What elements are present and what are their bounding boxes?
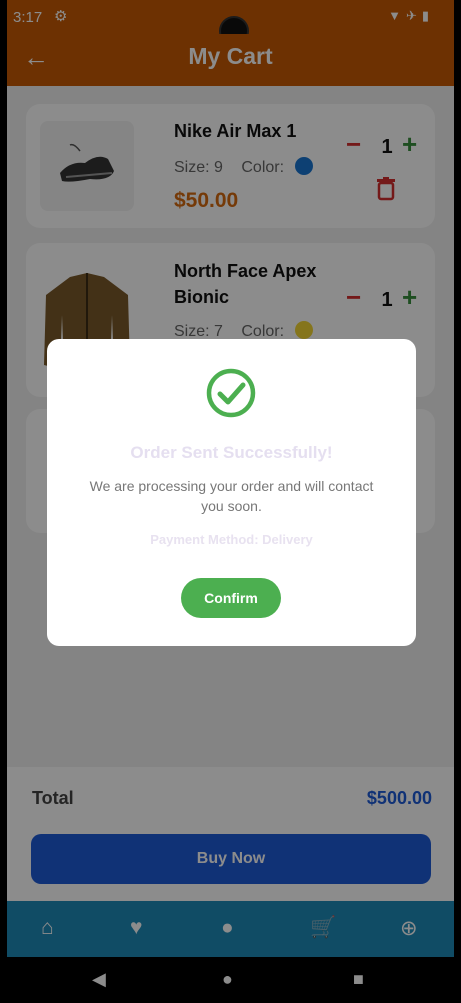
dialog-title: Order Sent Successfully! [130, 443, 333, 462]
check-circle-icon [206, 368, 256, 418]
order-success-dialog: Order Sent Successfully! We are processi… [47, 339, 416, 646]
app-screen: 3:17 ⚙ ▼✈▮ ← My Cart Nike Air Max 1 Size… [7, 0, 454, 1003]
payment-method-text: Payment Method: Delivery [150, 532, 313, 547]
dialog-message: We are processing your order and will co… [89, 478, 374, 514]
confirm-button[interactable]: Confirm [181, 578, 281, 618]
